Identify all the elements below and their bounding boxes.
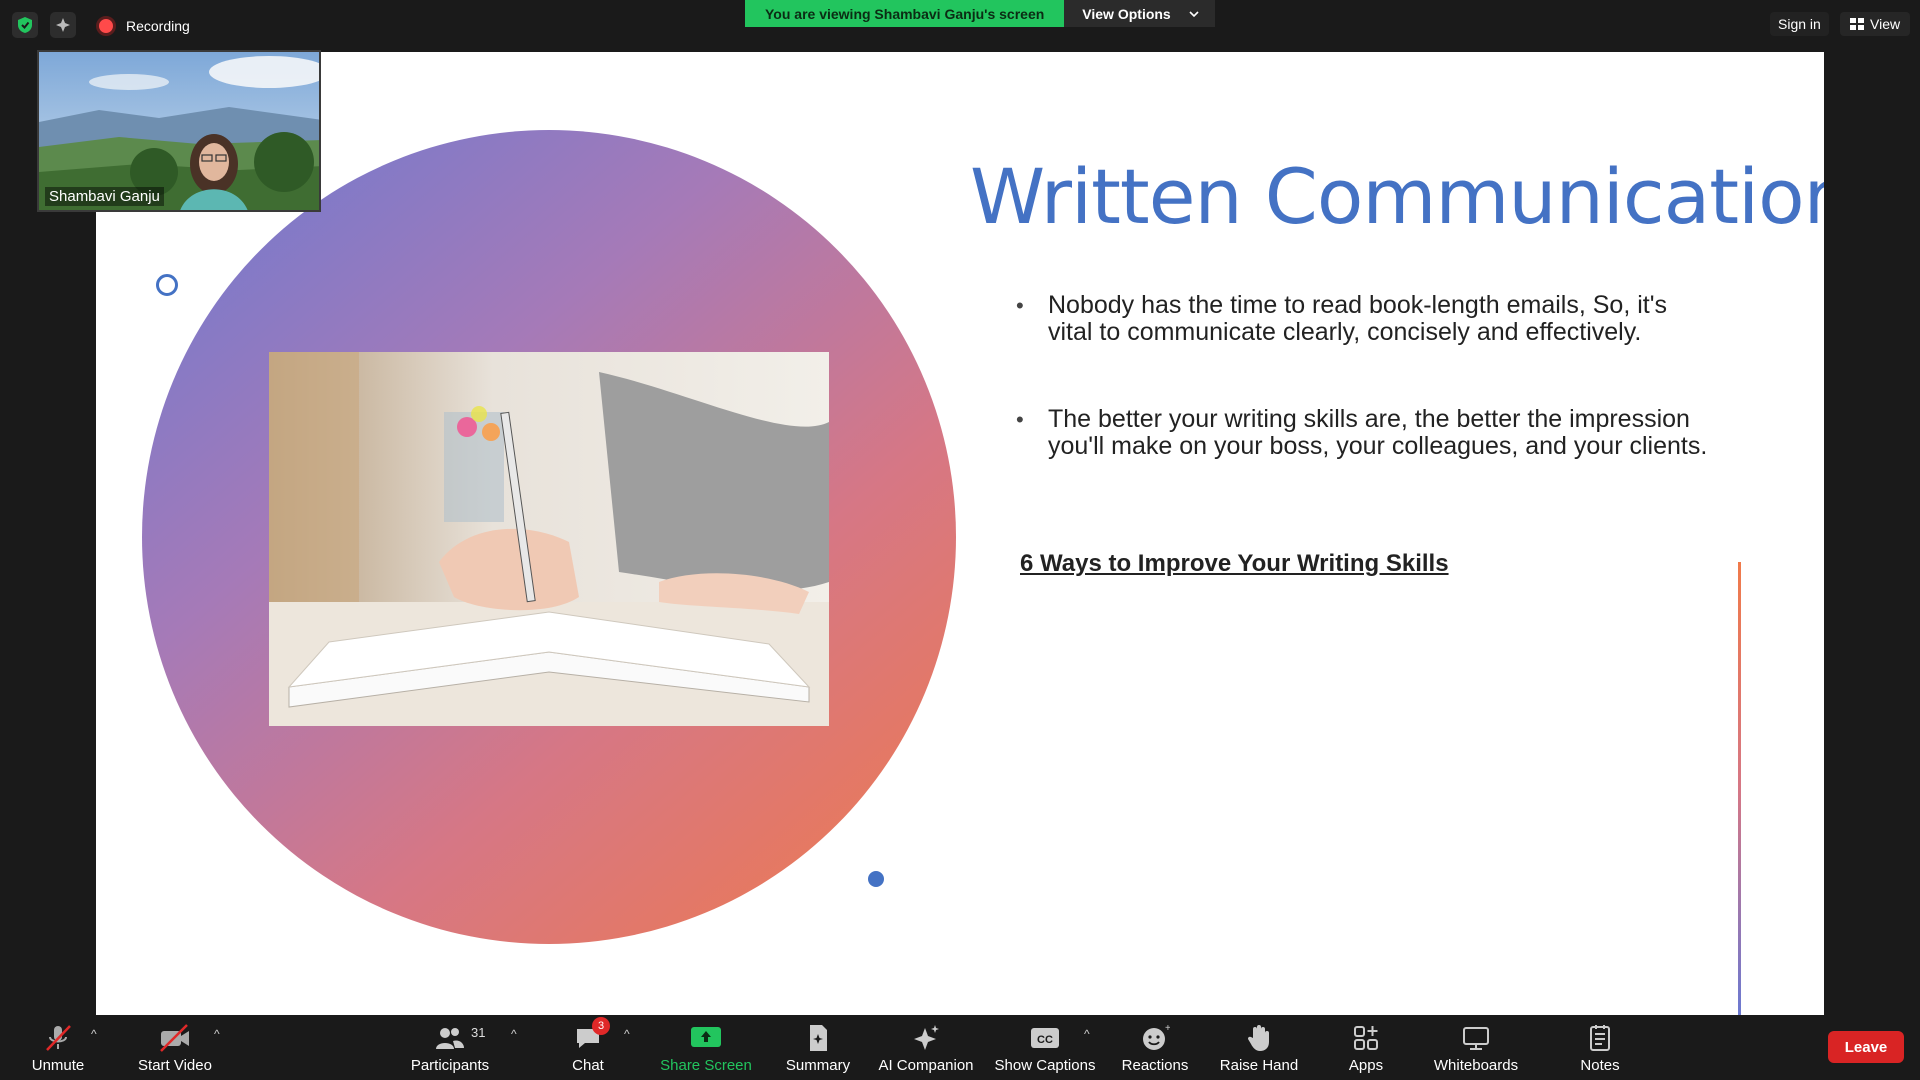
bullet-item: Nobody has the time to read book-length … (1016, 292, 1716, 346)
view-label: View (1870, 16, 1901, 32)
show-captions-button[interactable]: CC Show Captions (990, 1015, 1100, 1080)
reactions-label: Reactions (1121, 1057, 1189, 1074)
video-off-icon (158, 1023, 192, 1053)
participant-video-tile[interactable]: Shambavi Ganju (37, 50, 321, 212)
participant-name-label: Shambavi Ganju (45, 187, 164, 206)
notes-button[interactable]: Notes (1570, 1015, 1630, 1080)
right-letterbox (1824, 52, 1920, 1015)
view-button[interactable]: View (1840, 12, 1911, 36)
audio-options-caret-icon[interactable]: ^ (91, 1027, 97, 1041)
unmute-label: Unmute (31, 1057, 85, 1074)
video-options-caret-icon[interactable]: ^ (214, 1027, 220, 1041)
chat-unread-badge: 3 (592, 1017, 610, 1035)
meeting-top-bar: Recording You are viewing Shambavi Ganju… (0, 0, 1920, 52)
screen-share-banner: You are viewing Shambavi Ganju's screen … (745, 0, 1215, 27)
start-video-label: Start Video (138, 1057, 212, 1074)
recording-label: Recording (126, 18, 190, 34)
chevron-down-icon (1189, 10, 1199, 17)
sign-in-button[interactable]: Sign in (1770, 12, 1829, 36)
slide-title: Written Communication (970, 152, 1824, 241)
meeting-toolbar: Unmute ^ Start Video ^ Participants 31 ^… (0, 1015, 1920, 1080)
notes-notepad-icon (1583, 1023, 1617, 1053)
apps-icon (1349, 1023, 1383, 1053)
svg-text:+: + (1165, 1023, 1170, 1034)
closed-captions-icon: CC (1028, 1023, 1062, 1053)
view-options-button[interactable]: View Options (1064, 0, 1215, 27)
reactions-button[interactable]: + Reactions (1115, 1015, 1195, 1080)
viewing-screen-label: You are viewing Shambavi Ganju's screen (745, 0, 1065, 27)
ai-companion-label: AI Companion (878, 1057, 974, 1074)
chat-label: Chat (572, 1057, 604, 1074)
summary-label: Summary (785, 1057, 851, 1074)
decorative-dot (868, 871, 884, 887)
show-captions-label: Show Captions (994, 1057, 1096, 1074)
ai-sparkle-icon[interactable] (50, 12, 76, 38)
ai-companion-button[interactable]: AI Companion (876, 1015, 976, 1080)
share-screen-label: Share Screen (660, 1057, 752, 1074)
ai-companion-sparkle-icon (909, 1023, 943, 1053)
start-video-button[interactable]: Start Video (130, 1015, 220, 1080)
security-shield-icon[interactable] (12, 12, 38, 38)
participants-icon (433, 1023, 467, 1053)
participants-count: 31 (471, 1025, 486, 1040)
summary-document-icon (801, 1023, 835, 1053)
recording-indicator[interactable]: Recording (96, 16, 190, 36)
captions-options-caret-icon[interactable]: ^ (1084, 1027, 1090, 1041)
participants-options-caret-icon[interactable]: ^ (511, 1027, 517, 1041)
shared-slide: Written Communication Nobody has the tim… (96, 52, 1824, 1015)
recording-dot-icon (96, 16, 116, 36)
whiteboards-label: Whiteboards (1433, 1057, 1519, 1074)
bullet-item: The better your writing skills are, the … (1016, 406, 1716, 460)
reactions-smiley-icon: + (1138, 1023, 1172, 1053)
svg-text:CC: CC (1037, 1034, 1053, 1046)
share-screen-button[interactable]: Share Screen (656, 1015, 756, 1080)
share-screen-icon (689, 1023, 723, 1053)
apps-button[interactable]: Apps (1336, 1015, 1396, 1080)
notes-label: Notes (1580, 1057, 1620, 1074)
writing-photo (269, 352, 829, 726)
whiteboards-button[interactable]: Whiteboards (1424, 1015, 1528, 1080)
raised-hand-icon (1242, 1023, 1276, 1053)
leave-button[interactable]: Leave (1828, 1031, 1904, 1063)
grid-view-icon (1850, 18, 1864, 30)
decorative-ring (156, 274, 178, 296)
raise-hand-label: Raise Hand (1219, 1057, 1299, 1074)
view-options-label: View Options (1082, 5, 1171, 22)
slide-subheading: 6 Ways to Improve Your Writing Skills (1020, 550, 1449, 577)
raise-hand-button[interactable]: Raise Hand (1216, 1015, 1302, 1080)
participants-label: Participants (410, 1057, 490, 1074)
whiteboard-icon (1459, 1023, 1493, 1053)
unmute-button[interactable]: Unmute (22, 1015, 94, 1080)
chat-options-caret-icon[interactable]: ^ (624, 1027, 630, 1041)
gradient-vertical-line (1738, 562, 1741, 1015)
summary-button[interactable]: Summary (778, 1015, 858, 1080)
apps-label: Apps (1348, 1057, 1384, 1074)
microphone-muted-icon (41, 1023, 75, 1053)
bullet-list: Nobody has the time to read book-length … (1016, 292, 1716, 520)
